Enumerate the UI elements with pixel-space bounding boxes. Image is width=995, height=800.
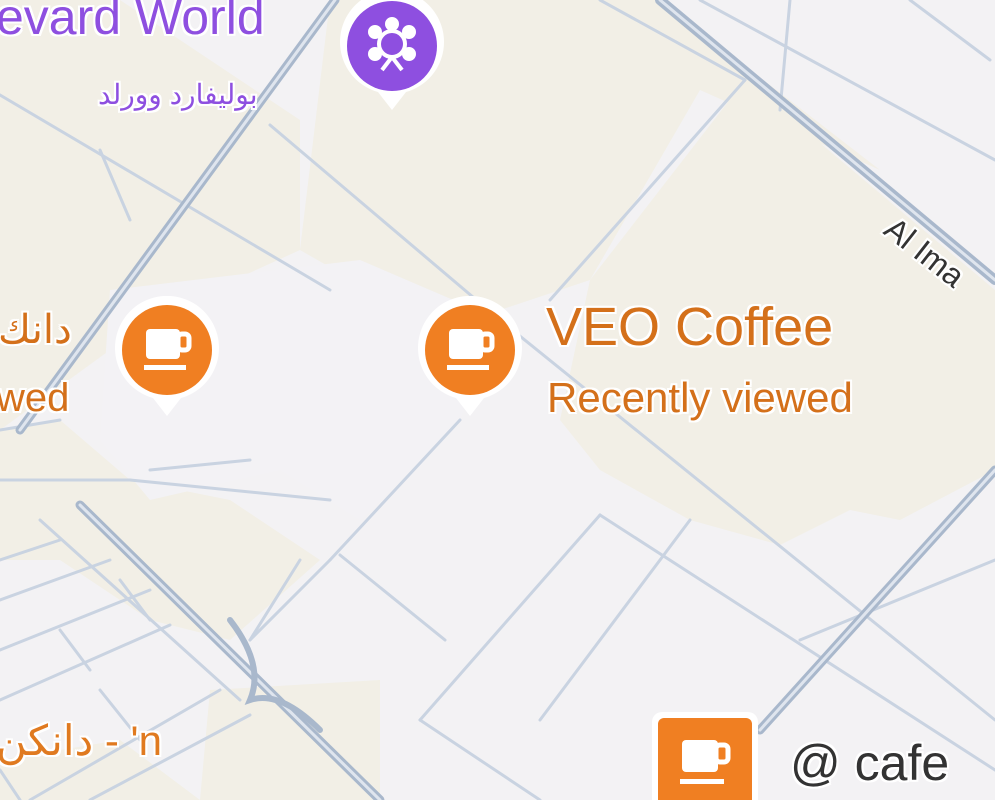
veo-coffee-pin[interactable]	[416, 296, 524, 420]
boulevard-world-pin[interactable]	[338, 0, 446, 114]
dunkin-left-label[interactable]: دانك	[0, 307, 72, 353]
dunkin-bottom-label[interactable]: دانكن - 'n	[0, 716, 162, 765]
boulevard-world-label[interactable]: evard World	[0, 0, 265, 46]
boulevard-world-arabic-label[interactable]: بوليفارد وورلد	[98, 78, 258, 111]
dunkin-left-pin[interactable]	[113, 296, 221, 420]
dunkin-left-status: wed	[0, 376, 70, 420]
cafe-bottom-label[interactable]: @ cafe	[790, 734, 949, 792]
map-canvas[interactable]: evard World بوليفارد وورلد Al Ima دانك w…	[0, 0, 995, 800]
veo-coffee-status: Recently viewed	[547, 374, 853, 421]
veo-coffee-name[interactable]: VEO Coffee	[546, 296, 833, 358]
cafe-bottom-pin[interactable]	[652, 712, 758, 800]
